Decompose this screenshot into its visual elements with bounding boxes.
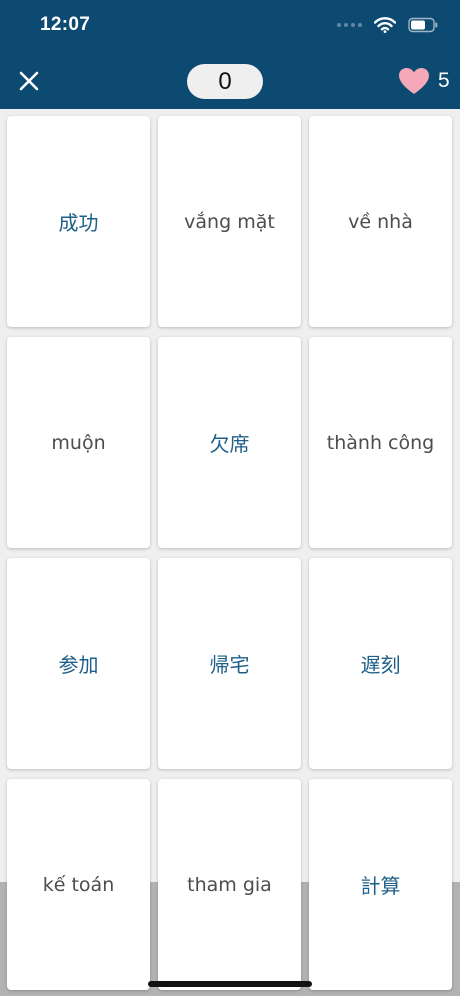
status-time: 12:07 (40, 14, 91, 35)
battery-icon (408, 17, 438, 33)
score-counter: 0 (187, 64, 263, 99)
match-card[interactable]: 遅刻 (309, 558, 452, 769)
home-indicator[interactable] (148, 981, 312, 987)
close-button[interactable] (14, 64, 44, 98)
match-card[interactable]: muộn (7, 337, 150, 548)
match-card[interactable]: tham gia (158, 779, 301, 990)
match-card[interactable]: 参加 (7, 558, 150, 769)
match-card[interactable]: thành công (309, 337, 452, 548)
match-card[interactable]: 帰宅 (158, 558, 301, 769)
heart-icon (398, 67, 430, 95)
match-card[interactable]: về nhà (309, 116, 452, 327)
top-bar: 12:07 0 5 (0, 0, 460, 109)
status-icons (337, 14, 438, 36)
lives-count: 5 (438, 69, 450, 92)
lives-indicator: 5 (398, 64, 450, 98)
card-grid: 成功 vắng mặt về nhà muộn 欠席 thành công 参加… (7, 116, 452, 990)
match-card[interactable]: kế toán (7, 779, 150, 990)
match-card[interactable]: 計算 (309, 779, 452, 990)
cellular-signal-icon (337, 23, 362, 27)
match-card[interactable]: vắng mặt (158, 116, 301, 327)
match-card[interactable]: 成功 (7, 116, 150, 327)
close-icon (19, 71, 39, 91)
wifi-icon (374, 17, 396, 33)
match-card[interactable]: 欠席 (158, 337, 301, 548)
